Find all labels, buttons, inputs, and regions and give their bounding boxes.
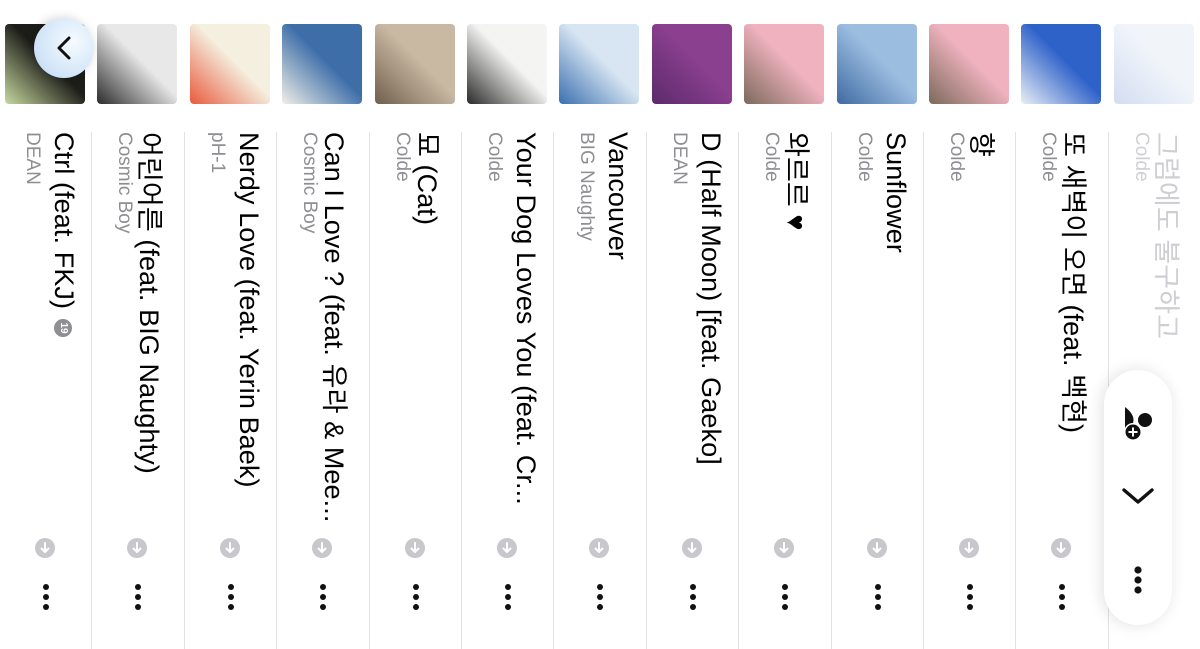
more-options-icon[interactable]	[1049, 580, 1073, 614]
song-artist: Cosmic Boy	[114, 132, 135, 234]
song-title: 묘 (Cat)	[412, 132, 442, 226]
song-row[interactable]: Can I Love ? (feat. 유라 & Mee... Cosmic Bo…	[276, 0, 368, 649]
go-to-arrow-icon[interactable]	[312, 538, 332, 558]
song-title: 또 새벽이 오면 (feat. 백현)	[1058, 132, 1088, 434]
song-row[interactable]: 와르르 ♥ Colde	[738, 0, 830, 649]
chevron-right-icon[interactable]	[1114, 470, 1162, 518]
go-to-arrow-icon[interactable]	[774, 538, 794, 558]
song-title: Your Dog Loves You (feat. Cr...	[511, 132, 541, 505]
song-row[interactable]: Your Dog Loves You (feat. Cr... Colde	[461, 0, 553, 649]
album-art	[1114, 24, 1194, 104]
song-artist: BIG Naughty	[576, 132, 597, 241]
more-options-icon[interactable]	[865, 580, 889, 614]
more-options-icon[interactable]	[495, 580, 519, 614]
song-artist: Colde	[1131, 132, 1152, 182]
album-art	[744, 24, 824, 104]
more-options-icon[interactable]	[957, 580, 981, 614]
song-title: 와르르 ♥	[781, 132, 811, 231]
song-title: 그럼에도 불구하고	[1151, 132, 1181, 340]
chevron-down-icon	[57, 36, 71, 60]
go-to-arrow-icon[interactable]	[867, 538, 887, 558]
ellipsis-icon[interactable]	[1114, 556, 1162, 604]
person-add-icon[interactable]	[1114, 398, 1162, 446]
album-art	[1021, 24, 1101, 104]
song-row[interactable]: 향 Colde	[923, 0, 1015, 649]
row-divider	[276, 132, 277, 649]
song-artist: Colde	[761, 132, 782, 182]
song-artist: DEAN	[22, 132, 43, 185]
row-divider	[184, 132, 185, 649]
row-divider	[831, 132, 832, 649]
album-art	[652, 24, 732, 104]
song-title: Ctrl (feat. FKJ)	[49, 132, 79, 310]
song-row[interactable]: Sunflower Colde	[831, 0, 923, 649]
song-artist: Colde	[484, 132, 505, 182]
song-artist: Colde	[946, 132, 967, 182]
more-options-icon[interactable]	[310, 580, 334, 614]
more-options-icon[interactable]	[587, 580, 611, 614]
row-divider	[553, 132, 554, 649]
song-artist: Colde	[392, 132, 413, 182]
more-options-icon[interactable]	[218, 580, 242, 614]
album-art	[375, 24, 455, 104]
song-title: D (Half Moon) [feat. Gaeko]	[696, 132, 726, 465]
song-title: 어린어른 (feat. BIG Naughty)	[134, 132, 164, 474]
go-to-arrow-icon[interactable]	[127, 538, 147, 558]
album-art	[559, 24, 639, 104]
album-art	[929, 24, 1009, 104]
go-to-arrow-icon[interactable]	[959, 538, 979, 558]
go-to-arrow-icon[interactable]	[405, 538, 425, 558]
song-row[interactable]: 또 새벽이 오면 (feat. 백현) Colde	[1015, 0, 1107, 649]
song-row[interactable]: Vancouver BIG Naughty	[553, 0, 645, 649]
scroll-down-button[interactable]	[34, 18, 94, 78]
song-artist: Colde	[1038, 132, 1059, 182]
song-row[interactable]: Nerdy Love (feat. Yerin Baek) pH-1	[184, 0, 276, 649]
song-title: Sunflower	[881, 132, 911, 253]
go-to-arrow-icon[interactable]	[1051, 538, 1071, 558]
go-to-arrow-icon[interactable]	[35, 538, 55, 558]
album-art	[467, 24, 547, 104]
go-to-arrow-icon[interactable]	[682, 538, 702, 558]
go-to-arrow-icon[interactable]	[589, 538, 609, 558]
go-to-arrow-icon[interactable]	[220, 538, 240, 558]
album-art	[837, 24, 917, 104]
row-divider	[1015, 132, 1016, 649]
album-art	[282, 24, 362, 104]
floating-action-pill	[1104, 370, 1172, 625]
more-options-icon[interactable]	[403, 580, 427, 614]
go-to-arrow-icon[interactable]	[497, 538, 517, 558]
song-artist: Cosmic Boy	[299, 132, 320, 234]
row-divider	[646, 132, 647, 649]
row-divider	[923, 132, 924, 649]
explicit-age-badge: 19	[54, 319, 72, 337]
row-divider	[91, 132, 92, 649]
song-artist: pH-1	[207, 132, 228, 174]
song-row[interactable]: 어린어른 (feat. BIG Naughty) Cosmic Boy	[91, 0, 183, 649]
more-options-icon[interactable]	[772, 580, 796, 614]
song-title: Vancouver	[603, 132, 633, 260]
row-divider	[461, 132, 462, 649]
song-artist: DEAN	[669, 132, 690, 185]
song-row[interactable]: Ctrl (feat. FKJ) 19 DEAN	[0, 0, 91, 649]
song-row[interactable]: 묘 (Cat) Colde	[369, 0, 461, 649]
song-title: Nerdy Love (feat. Yerin Baek)	[234, 132, 264, 488]
album-art	[97, 24, 177, 104]
more-options-icon[interactable]	[33, 580, 57, 614]
phone-screen: 그럼에도 불구하고 Colde 또 새벽이 오면 (feat. 백현) Colde 향 C…	[0, 0, 1200, 649]
row-divider	[369, 132, 370, 649]
more-options-icon[interactable]	[680, 580, 704, 614]
song-title: 향	[966, 132, 996, 157]
row-divider	[738, 132, 739, 649]
song-artist: Colde	[854, 132, 875, 182]
song-title: Can I Love ? (feat. 유라 & Mee...	[319, 132, 349, 523]
more-options-icon[interactable]	[125, 580, 149, 614]
song-row[interactable]: D (Half Moon) [feat. Gaeko] DEAN	[646, 0, 738, 649]
album-art	[190, 24, 270, 104]
